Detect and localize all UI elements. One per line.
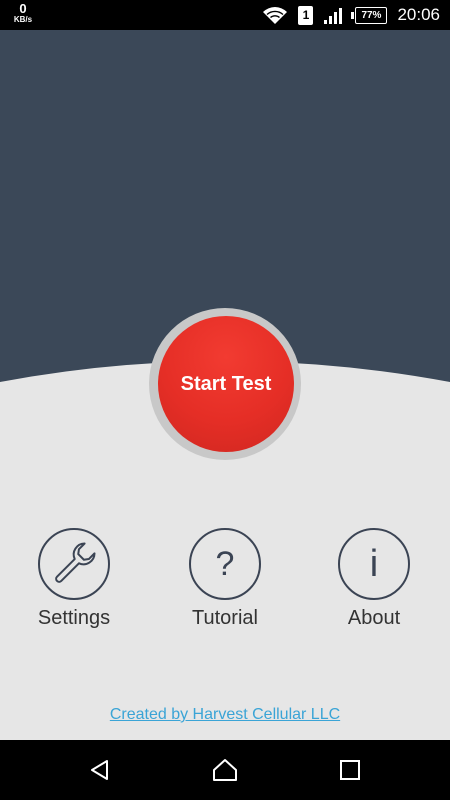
sim-slot-number: 1 [298, 5, 314, 25]
home-icon [213, 759, 237, 781]
network-speed-value: 0 [19, 1, 27, 16]
navigation-bar [0, 740, 450, 800]
sim-card-icon: 1 [298, 5, 314, 25]
battery-icon: 77% [351, 6, 388, 24]
nav-recents-button[interactable] [320, 740, 380, 800]
question-icon: ? [215, 545, 235, 583]
wifi-icon [262, 5, 288, 25]
battery-percent: 77% [351, 6, 388, 24]
status-clock: 20:06 [397, 5, 440, 24]
about-label: About [347, 607, 401, 629]
tutorial-icon-circle: ? [189, 528, 261, 600]
wrench-icon [55, 542, 96, 583]
tutorial-button[interactable]: ? Tutorial [175, 528, 275, 630]
back-triangle-icon [91, 760, 108, 780]
status-icons: 1 77% 20:06 [252, 0, 440, 30]
settings-label: Settings [37, 607, 111, 629]
about-icon-circle: i [338, 528, 410, 600]
settings-icon-circle [38, 528, 110, 600]
credit-link[interactable]: Created by Harvest Cellular LLC [0, 706, 450, 724]
network-speed-indicator: 0 KB/s [10, 2, 36, 24]
settings-button[interactable]: Settings [24, 528, 124, 630]
nav-home-button[interactable] [195, 740, 255, 800]
status-bar: 0 KB/s 1 77% 20:06 [0, 0, 450, 30]
recents-square-icon [340, 760, 360, 780]
app-screen: 0 KB/s 1 77% 20:06 Start Test Settings ?… [0, 0, 450, 800]
app-content: Start Test Settings ? Tutorial i About C… [0, 30, 450, 740]
start-test-label: Start Test [180, 372, 272, 395]
start-test-button[interactable]: Start Test [158, 316, 294, 452]
cell-signal-icon [323, 5, 345, 25]
nav-back-button[interactable] [70, 740, 130, 800]
network-speed-unit: KB/s [13, 15, 33, 24]
about-button[interactable]: i About [324, 528, 424, 630]
tutorial-label: Tutorial [192, 607, 258, 629]
info-icon: i [369, 543, 379, 585]
